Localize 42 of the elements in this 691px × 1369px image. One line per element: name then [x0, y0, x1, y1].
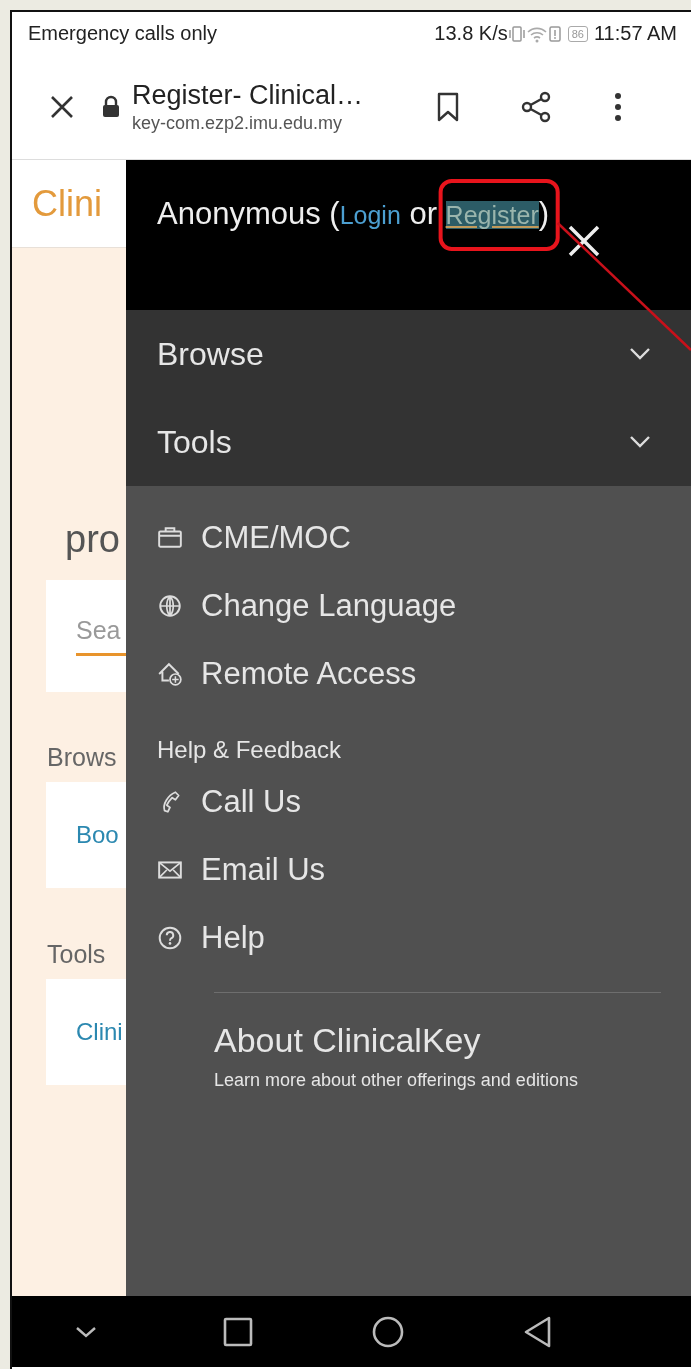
menu-item[interactable]: Call Us	[126, 768, 691, 836]
clock-time: 11:57 AM	[593, 22, 677, 45]
sim-alert-icon	[547, 23, 562, 44]
square-icon	[223, 1316, 253, 1347]
menu-item[interactable]: Help	[126, 904, 691, 972]
link-card[interactable]: Boo	[46, 782, 126, 888]
page-title: Register- Clinical…	[132, 80, 365, 111]
lock-icon	[100, 95, 122, 119]
section-title: Tools	[47, 940, 107, 969]
menu-item[interactable]: Remote Access	[126, 640, 691, 708]
account-link[interactable]: Login	[339, 201, 401, 229]
battery-level: 86	[567, 25, 588, 42]
url-text: key-com.ezp2.imu.edu.my	[132, 113, 344, 134]
close-drawer-button[interactable]	[567, 224, 602, 258]
about-link[interactable]: About ClinicalKey Learn more about other offerings and editions	[126, 1001, 691, 1091]
menu-item[interactable]: Change Language	[126, 572, 691, 640]
globe-icon	[157, 593, 183, 619]
triangle-icon	[523, 1315, 553, 1348]
vibrate-icon	[507, 23, 526, 44]
account-text: Anonymous (	[157, 196, 340, 231]
house-globe-icon	[157, 661, 183, 687]
group-heading: Help & Feedback	[156, 735, 343, 765]
close-icon	[567, 224, 602, 258]
bookmark-icon	[436, 92, 460, 122]
menu-item[interactable]: Email Us	[126, 836, 691, 904]
page-heading: pro	[65, 517, 121, 562]
menu-section[interactable]: Browse	[126, 310, 691, 398]
link-card[interactable]: Clini	[46, 979, 126, 1085]
network-speed: 13.8 K/s	[434, 22, 508, 45]
logo-text: Clini	[32, 182, 102, 225]
circle-icon	[372, 1315, 404, 1348]
menu-item[interactable]: CME/MOC	[126, 504, 691, 572]
account-text: )	[538, 196, 550, 231]
section-title: Brows	[47, 743, 118, 772]
share-icon	[519, 90, 553, 124]
account-text: or	[408, 196, 438, 231]
menu-section[interactable]: Tools	[126, 398, 691, 486]
help-icon	[157, 925, 183, 951]
briefcase-icon	[157, 525, 183, 551]
account-link[interactable]: Register	[445, 201, 539, 229]
more-icon	[614, 92, 622, 122]
carrier-text: Emergency calls only	[28, 22, 217, 45]
